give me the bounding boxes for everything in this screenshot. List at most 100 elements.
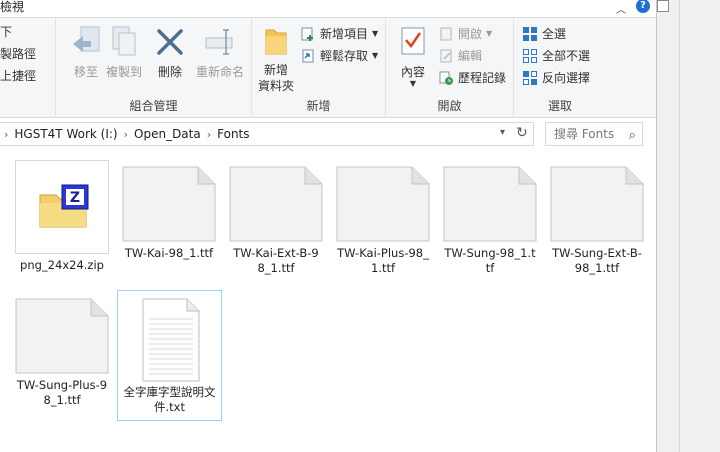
easy-access-dropdown-icon: ▼ xyxy=(372,51,379,60)
breadcrumb-open-data[interactable]: Open_Data xyxy=(134,127,201,141)
edit-button[interactable]: 編輯 xyxy=(438,48,482,64)
copy-path-button[interactable]: 複製路徑 xyxy=(0,46,36,62)
properties-button[interactable]: 內容 ▼ xyxy=(396,26,430,88)
cut-label: 剪下 xyxy=(0,25,13,39)
address-bar[interactable]: › HGST4T Work (I:) › Open_Data › Fonts ▾… xyxy=(0,122,534,146)
select-all-button[interactable]: 全選 xyxy=(522,26,566,42)
breadcrumb-root-chevron-icon[interactable]: › xyxy=(4,128,8,141)
file-item[interactable]: Abg TW-Sung-Plus-98_1.ttf xyxy=(14,298,110,408)
open-label: 開啟 xyxy=(458,27,483,41)
refresh-icon[interactable]: ↻ xyxy=(516,125,528,141)
zip-thumbnail: Z xyxy=(15,160,109,254)
paste-shortcut-label: 貼上捷徑 xyxy=(0,69,37,83)
file-name: 全字庫字型說明文件.txt xyxy=(123,385,216,414)
file-item[interactable]: Z png_24x24.zip xyxy=(14,160,110,273)
organize-group-label: 組合管理 xyxy=(129,99,178,113)
search-icon[interactable]: ⌕ xyxy=(629,125,636,147)
copy-to-label: 複製到 xyxy=(105,65,142,79)
history-icon xyxy=(439,71,453,85)
file-view: Z png_24x24.zip Abg TW-Kai-98_1.ttf Abg … xyxy=(0,150,656,452)
select-all-icon xyxy=(523,27,537,41)
new-item-button[interactable]: 新增項目 ▼ xyxy=(300,26,378,42)
select-none-button[interactable]: 全部不選 xyxy=(522,48,590,64)
properties-dropdown-icon: ▼ xyxy=(409,79,417,88)
select-group-label: 選取 xyxy=(547,99,572,113)
clipboard-group-partial: 剪下 複製路徑 貼上捷徑 xyxy=(0,18,56,118)
invert-selection-icon xyxy=(523,71,537,85)
delete-button[interactable]: 刪除 xyxy=(150,26,190,80)
tab-view[interactable]: 檢視 xyxy=(0,0,24,14)
collapse-ribbon-icon[interactable]: ︿ xyxy=(616,1,626,16)
ribbon: 剪下 複製路徑 貼上捷徑 移至 複製到 刪除 xyxy=(0,17,656,118)
history-label: 歷程記錄 xyxy=(458,71,507,85)
font-thumbnail: Abg xyxy=(229,166,323,260)
breadcrumb-drive[interactable]: HGST4T Work (I:) xyxy=(14,127,117,141)
open-dropdown-icon: ▼ xyxy=(486,29,493,38)
folder-icon xyxy=(265,29,287,55)
edit-icon xyxy=(440,49,452,63)
txt-thumbnail xyxy=(135,297,205,383)
paste-shortcut-button[interactable]: 貼上捷徑 xyxy=(0,68,36,84)
copy-path-label: 複製路徑 xyxy=(0,47,37,61)
open-button[interactable]: 開啟 ▼ xyxy=(438,26,492,42)
breadcrumb-chevron-icon[interactable]: › xyxy=(124,128,128,141)
font-document-icon xyxy=(229,166,323,242)
file-item[interactable]: Abg TW-Kai-Plus-98_1.ttf xyxy=(335,166,431,276)
font-document-icon xyxy=(122,166,216,242)
move-to-icon xyxy=(73,26,100,52)
new-folder-label-1: 新增 xyxy=(263,63,288,77)
properties-label: 內容 xyxy=(400,65,425,79)
font-document-icon xyxy=(443,166,537,242)
window-corner-box xyxy=(657,0,669,12)
svg-text:Z: Z xyxy=(70,190,80,206)
ribbon-tab-strip: 檢視 ︿ ? xyxy=(0,0,656,17)
new-group: 新增 資料夾 新增項目 ▼ 輕鬆存取 ▼ 新增 xyxy=(252,18,386,118)
font-document-icon xyxy=(15,298,109,374)
open-group: 內容 ▼ 開啟 ▼ 編輯 歷程記錄 開啟 xyxy=(386,18,514,118)
open-group-label: 開啟 xyxy=(437,99,462,113)
file-item-selected[interactable]: 全字庫字型說明文件.txt xyxy=(117,290,222,421)
easy-access-icon xyxy=(302,49,314,63)
address-history-dropdown-icon[interactable]: ▾ xyxy=(500,127,505,138)
font-thumbnail: Abg xyxy=(15,298,109,392)
easy-access-label: 輕鬆存取 xyxy=(320,49,369,63)
zip-archive-icon: Z xyxy=(39,184,89,228)
new-item-dropdown-icon: ▼ xyxy=(372,29,379,38)
new-folder-button[interactable]: 新增 資料夾 xyxy=(256,26,296,94)
open-icon xyxy=(440,27,452,41)
divider xyxy=(679,0,680,452)
select-none-label: 全部不選 xyxy=(542,49,591,63)
help-icon[interactable]: ? xyxy=(636,0,650,13)
breadcrumb-chevron-icon[interactable]: › xyxy=(207,128,211,141)
search-box[interactable]: 搜尋 Fonts ⌕ xyxy=(545,122,643,146)
edit-label: 編輯 xyxy=(458,49,483,63)
delete-label: 刪除 xyxy=(157,65,182,79)
easy-access-button[interactable]: 輕鬆存取 ▼ xyxy=(300,48,378,64)
organize-group: 移至 複製到 刪除 重新命名 組合管理 xyxy=(56,18,252,118)
font-thumbnail: Abg xyxy=(336,166,430,260)
copy-to-button[interactable]: 複製到 xyxy=(102,26,146,80)
properties-check-icon xyxy=(401,27,425,55)
select-group: 全選 全部不選 反向選擇 選取 xyxy=(514,18,606,118)
new-folder-label-2: 資料夾 xyxy=(257,79,294,93)
file-name: png_24x24.zip xyxy=(20,258,104,272)
font-thumbnail: Abg xyxy=(550,166,644,260)
font-thumbnail: Abg xyxy=(122,166,216,260)
copy-to-icon xyxy=(112,26,136,56)
rename-button[interactable]: 重新命名 xyxy=(192,26,248,80)
cut-button[interactable]: 剪下 xyxy=(0,24,12,40)
new-group-label: 新增 xyxy=(306,99,331,113)
file-item[interactable]: Abg TW-Sung-98_1.ttf xyxy=(442,166,538,276)
file-item[interactable]: Abg TW-Sung-Ext-B-98_1.ttf xyxy=(549,166,645,276)
address-bar-row: › HGST4T Work (I:) › Open_Data › Fonts ▾… xyxy=(0,122,656,146)
invert-selection-button[interactable]: 反向選擇 xyxy=(522,70,590,86)
adjacent-window-edge xyxy=(656,0,720,452)
search-input[interactable]: 搜尋 Fonts xyxy=(554,127,614,141)
breadcrumb-fonts[interactable]: Fonts xyxy=(217,127,249,141)
file-item[interactable]: Abg TW-Kai-Ext-B-98_1.ttf xyxy=(228,166,324,276)
file-item[interactable]: Abg TW-Kai-98_1.ttf xyxy=(121,166,217,261)
history-button[interactable]: 歷程記錄 xyxy=(438,70,506,86)
select-none-icon xyxy=(523,49,537,63)
font-thumbnail: Abg xyxy=(443,166,537,260)
rename-label: 重新命名 xyxy=(195,65,244,79)
